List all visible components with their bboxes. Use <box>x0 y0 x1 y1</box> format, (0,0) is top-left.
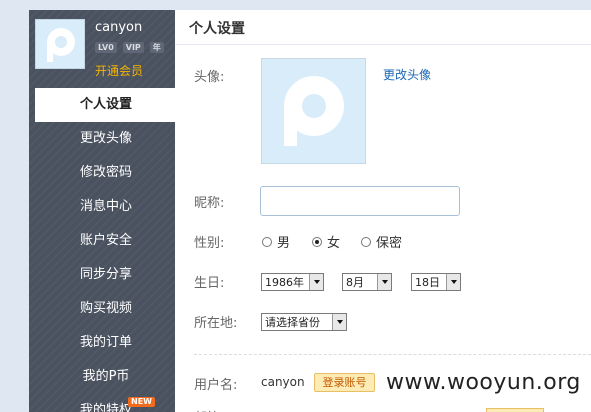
select-value: 请选择省份 <box>265 316 320 329</box>
nickname-input[interactable] <box>260 186 460 216</box>
vip-badge: VIP <box>122 41 144 53</box>
section-divider <box>194 354 591 355</box>
pptv-logo-icon <box>47 28 75 62</box>
change-avatar-link[interactable]: 更改头像 <box>383 66 431 83</box>
sidebar-menu: 个人设置 更改头像 修改密码 消息中心 账户安全 同步分享 购买视频 我的订单 … <box>29 88 175 412</box>
radio-label: 女 <box>327 236 341 251</box>
sidebar-item-my-privileges[interactable]: 我的特权 NEW <box>29 394 175 412</box>
sidebar-username: canyon <box>95 20 143 35</box>
radio-secret[interactable] <box>361 236 371 247</box>
select-value: 18日 <box>415 276 440 289</box>
page-title: 个人设置 <box>189 21 245 37</box>
page-frame: canyon LV0 VIP 年 开通会员 个人设置 更改头像 修改密码 消息中… <box>0 0 591 412</box>
main-panel: 个人设置 头像: 更改头像 昵称: 性别: 男 女 保密 生日: 1986年 8… <box>175 10 591 412</box>
radio-female[interactable] <box>312 236 322 247</box>
chevron-down-icon <box>332 314 346 330</box>
sidebar-item-my-orders[interactable]: 我的订单 <box>29 326 175 360</box>
gender-option-secret[interactable]: 保密 <box>361 232 402 251</box>
sidebar-item-account-security[interactable]: 账户安全 <box>29 224 175 258</box>
avatar-preview <box>261 58 366 164</box>
chevron-down-icon <box>309 274 323 290</box>
radio-male[interactable] <box>262 236 272 247</box>
sidebar: canyon LV0 VIP 年 开通会员 个人设置 更改头像 修改密码 消息中… <box>29 10 175 412</box>
nickname-label: 昵称: <box>194 196 225 211</box>
chevron-down-icon <box>377 274 391 290</box>
year-badge: 年 <box>149 41 164 53</box>
chevron-down-icon <box>446 274 460 290</box>
sidebar-item-change-avatar[interactable]: 更改头像 <box>29 122 175 156</box>
sidebar-item-change-password[interactable]: 修改密码 <box>29 156 175 190</box>
birth-month-select[interactable]: 8月 <box>342 273 392 291</box>
username-value: canyon <box>261 375 305 389</box>
new-badge: NEW <box>128 397 155 407</box>
email-label: 邮箱 <box>194 407 220 412</box>
profile-card: canyon LV0 VIP 年 开通会员 <box>29 10 175 88</box>
gender-option-female[interactable]: 女 <box>312 232 340 251</box>
open-vip-link[interactable]: 开通会员 <box>95 62 143 79</box>
radio-label: 保密 <box>376 236 403 251</box>
birthday-label: 生日: <box>194 276 225 291</box>
location-label: 所在地: <box>194 316 238 331</box>
sidebar-item-message-center[interactable]: 消息中心 <box>29 190 175 224</box>
sidebar-item-label: 我的特权 <box>79 403 132 412</box>
birth-year-select[interactable]: 1986年 <box>261 273 324 291</box>
radio-label: 男 <box>277 236 291 251</box>
select-value: 1986年 <box>265 276 304 289</box>
login-account-button[interactable]: 登录账号 <box>314 373 375 392</box>
birth-day-select[interactable]: 18日 <box>411 273 461 291</box>
gender-option-male[interactable]: 男 <box>262 232 290 251</box>
select-value: 8月 <box>346 276 364 289</box>
sidebar-item-sync-share[interactable]: 同步分享 <box>29 258 175 292</box>
avatar[interactable] <box>35 19 85 69</box>
sidebar-item-personal-settings[interactable]: 个人设置 <box>35 88 175 122</box>
watermark: www.wooyun.org <box>386 370 581 395</box>
province-select[interactable]: 请选择省份 <box>261 313 347 331</box>
title-divider <box>175 44 591 45</box>
level-badges: LV0 VIP 年 <box>95 41 164 53</box>
gender-label: 性别: <box>194 236 225 251</box>
avatar-label: 头像: <box>194 70 225 85</box>
level-badge: LV0 <box>95 41 117 53</box>
email-button-partial[interactable] <box>486 408 544 412</box>
username-label: 用户名: <box>194 378 238 393</box>
sidebar-item-my-p-coins[interactable]: 我的P币 <box>29 360 175 394</box>
pptv-logo-icon <box>284 76 344 146</box>
sidebar-item-buy-video[interactable]: 购买视频 <box>29 292 175 326</box>
